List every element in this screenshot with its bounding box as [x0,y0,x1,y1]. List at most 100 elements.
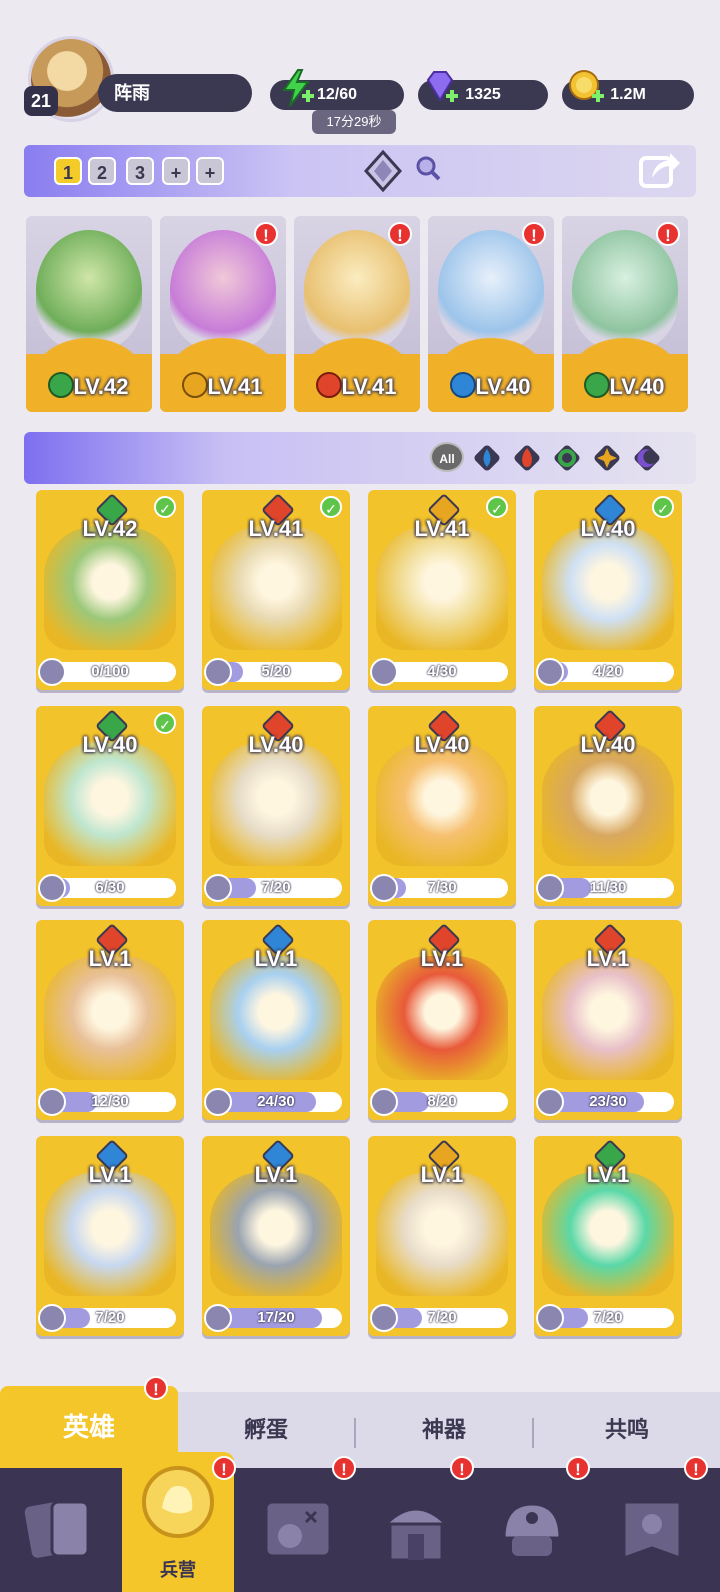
team-slot-1[interactable]: LV.42 [26,216,152,412]
alert-badge-icon: ! [144,1376,168,1400]
hero-level: LV.1 [254,946,298,971]
hero-portrait [210,956,342,1080]
hero-card[interactable]: LV.42 ✓ 0/100 [36,490,184,690]
hero-shard-icon [536,1304,564,1332]
hero-shard-icon [370,1304,398,1332]
filter-light-icon[interactable] [590,441,624,475]
hero-level: LV.1 [420,946,464,971]
filter-water-icon[interactable] [470,441,504,475]
hero-card[interactable]: LV.41 ✓ 5/20 [202,490,350,690]
gold-coin-icon[interactable] [566,68,606,108]
nav-cards-icon[interactable] [18,1488,102,1572]
energy-bolt-icon[interactable] [276,68,316,108]
hero-level: LV.40 [580,732,636,757]
hero-level: LV.41 [414,516,470,541]
hero-portrait [542,956,674,1080]
hero-level: LV.40 [414,732,470,757]
alert-badge-icon: ! [450,1456,474,1480]
nav-banner-icon[interactable] [610,1488,694,1572]
team-slot-4[interactable]: LV.40 ! [428,216,554,412]
hero-card[interactable]: LV.1 12/30 [36,920,184,1120]
alert-badge-icon: ! [212,1456,236,1480]
hero-shard-icon [370,658,398,686]
team-slot-3[interactable]: LV.41 ! [294,216,420,412]
filter-all-button[interactable]: All [430,442,464,472]
hero-card[interactable]: LV.40 ✓ 6/30 [36,706,184,906]
hero-level: LV.1 [88,1162,132,1187]
energy-timer: 17分29秒 [312,110,396,134]
in-team-check-icon: ✓ [154,712,176,734]
hero-portrait [376,1172,508,1296]
hero-level: LV.40 [248,732,304,757]
team-slot-level: LV.41 [341,374,397,399]
hero-card[interactable]: LV.40 ✓ 4/20 [534,490,682,690]
hero-card[interactable]: LV.41 ✓ 4/30 [368,490,516,690]
hero-card[interactable]: LV.1 24/30 [202,920,350,1120]
tab-artifacts[interactable]: 神器 [356,1392,532,1468]
in-team-check-icon: ✓ [652,496,674,518]
team-power-crystal-icon[interactable] [360,148,406,194]
share-export-icon[interactable] [638,148,682,190]
hero-card[interactable]: LV.1 7/20 [36,1136,184,1336]
filter-dark-icon[interactable] [630,441,664,475]
hero-portrait [44,956,176,1080]
hero-card[interactable]: LV.1 7/20 [368,1136,516,1336]
hero-portrait [210,1172,342,1296]
alert-badge-icon: ! [656,222,680,246]
hero-shard-icon [536,1088,564,1116]
nav-shop-icon[interactable] [374,1488,458,1572]
hero-level: LV.1 [586,1162,630,1187]
hero-level: LV.1 [420,1162,464,1187]
team-tab-3[interactable]: 3 [126,157,154,185]
team-tab-2[interactable]: 2 [88,157,116,185]
alert-badge-icon: ! [522,222,546,246]
hero-level: LV.40 [580,516,636,541]
alert-badge-icon: ! [254,222,278,246]
team-slot-2[interactable]: LV.41 ! [160,216,286,412]
hero-shard-icon [38,874,66,902]
hero-card[interactable]: LV.1 17/20 [202,1136,350,1336]
hero-level: LV.41 [248,516,304,541]
search-magnifier-icon[interactable] [414,154,442,182]
hero-card[interactable]: LV.1 8/20 [368,920,516,1120]
team-slot-level: LV.40 [609,374,665,399]
hero-level: LV.1 [586,946,630,971]
hero-card[interactable]: LV.40 11/30 [534,706,682,906]
gem-diamond-icon[interactable] [420,68,460,108]
hero-portrait [376,742,508,866]
hero-card[interactable]: LV.40 7/30 [368,706,516,906]
alert-badge-icon: ! [566,1456,590,1480]
hero-portrait [376,956,508,1080]
team-slot-level: LV.42 [73,374,129,399]
nav-map-icon[interactable] [256,1488,340,1572]
hero-portrait [44,526,176,650]
hero-shard-icon [536,874,564,902]
team-slot-level: LV.40 [475,374,531,399]
player-name[interactable]: 阵雨 [98,74,252,112]
team-add-button-2[interactable]: + [196,157,224,185]
hero-shard-icon [204,1088,232,1116]
hero-portrait [542,526,674,650]
in-team-check-icon: ✓ [320,496,342,518]
hero-portrait [542,742,674,866]
hero-card[interactable]: LV.1 7/20 [534,1136,682,1336]
nav-guild-icon[interactable] [490,1488,574,1572]
hero-card[interactable]: LV.1 23/30 [534,920,682,1120]
hero-portrait [210,742,342,866]
hero-card[interactable]: LV.40 7/20 [202,706,350,906]
nav-barracks-icon [142,1466,214,1538]
hero-portrait [210,526,342,650]
team-add-button-1[interactable]: + [162,157,190,185]
alert-badge-icon: ! [684,1456,708,1480]
alert-badge-icon: ! [332,1456,356,1480]
filter-fire-icon[interactable] [510,441,544,475]
hero-shard-icon [38,1304,66,1332]
hero-portrait [44,1172,176,1296]
hero-shard-icon [370,1088,398,1116]
hero-portrait [376,526,508,650]
filter-nature-icon[interactable] [550,441,584,475]
player-level-badge: 21 [24,86,58,116]
team-slot-5[interactable]: LV.40 ! [562,216,688,412]
hero-level: LV.1 [254,1162,298,1187]
team-tab-1[interactable]: 1 [54,157,82,185]
